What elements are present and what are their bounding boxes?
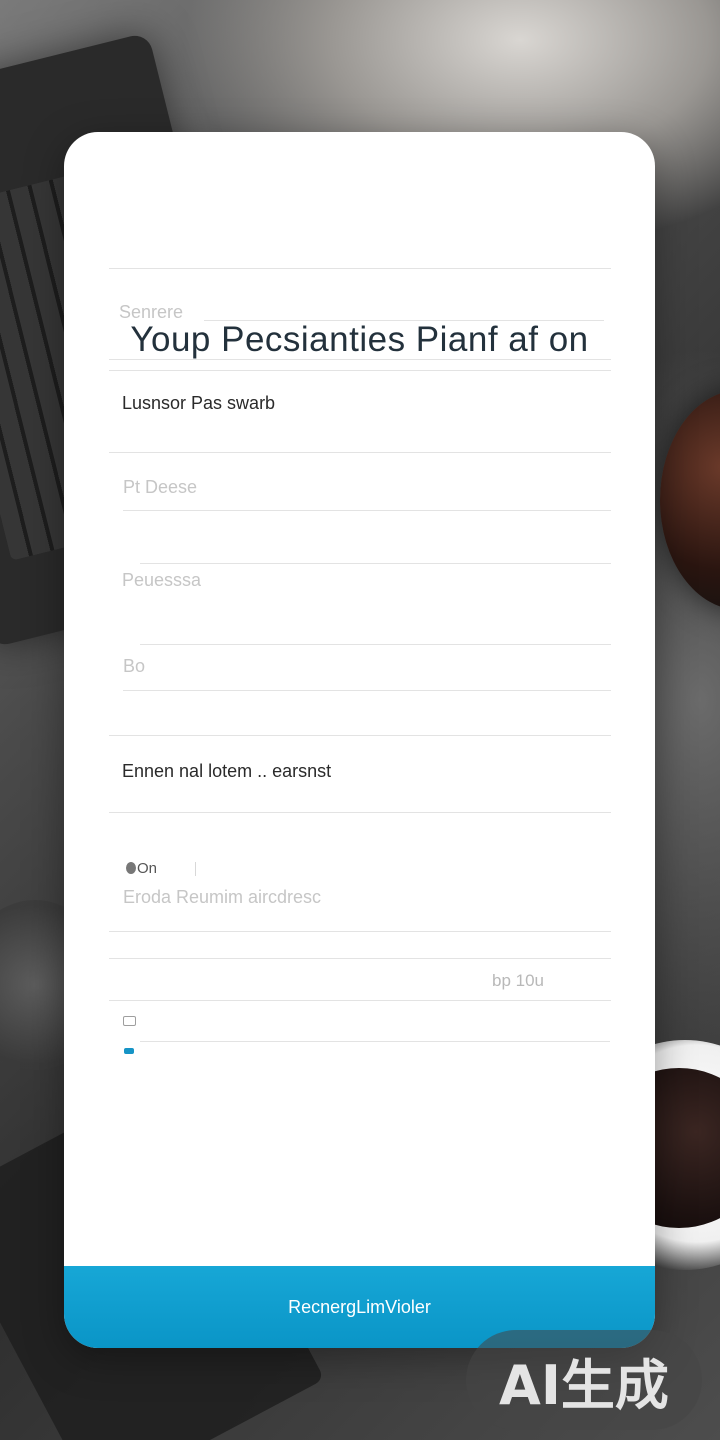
- divider: [109, 735, 611, 736]
- field-label-pt-deese: Pt Deese: [123, 477, 198, 497]
- field-label-peuesssa: Peuesssa: [122, 570, 202, 590]
- divider: [109, 931, 611, 932]
- field-label-email[interactable]: Ennen nal lotem .. earsnst: [122, 761, 331, 782]
- divider: [109, 1000, 611, 1001]
- field-label-address[interactable]: Eroda Reumim aircdresc: [123, 887, 321, 908]
- watermark-text: AI生成: [499, 1353, 669, 1417]
- accent-dash-icon: [124, 1048, 134, 1054]
- divider: [140, 1041, 610, 1042]
- field-label-senrere: Senrere: [119, 302, 184, 322]
- field-prefix-on: On: [137, 860, 158, 877]
- divider: [109, 359, 611, 360]
- checkbox-icon[interactable]: [123, 1016, 136, 1026]
- divider: [109, 958, 611, 959]
- field-input-bo[interactable]: [123, 690, 611, 691]
- divider: [109, 452, 611, 453]
- submit-button-label: RecnergLimVioler: [288, 1296, 431, 1317]
- field-input-senrere[interactable]: [204, 320, 604, 321]
- field-label-bo: Bo: [123, 656, 146, 676]
- field-label-password[interactable]: Lusnsor Pas swarb: [122, 393, 275, 414]
- toggle-dot-icon: [126, 862, 136, 874]
- divider: [109, 268, 611, 269]
- field-input-pt-deese[interactable]: [123, 510, 611, 511]
- divider: [109, 812, 611, 813]
- divider: [140, 563, 611, 564]
- cursor-tick: [195, 862, 196, 876]
- form-title: Youp Pecsianties Pianf af on: [130, 320, 589, 359]
- divider: [109, 370, 611, 371]
- field-input-peuesssa[interactable]: [140, 644, 611, 645]
- field-value-bp: bp 10u: [492, 971, 544, 990]
- ai-watermark: AI生成: [466, 1330, 702, 1430]
- mug-image: [660, 390, 720, 610]
